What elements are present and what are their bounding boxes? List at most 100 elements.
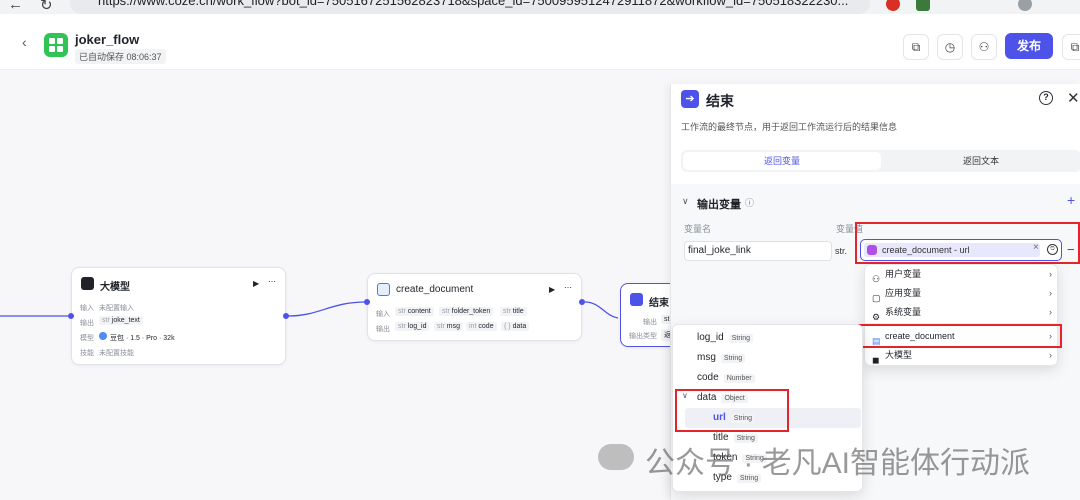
menu-label: 大模型 (885, 350, 913, 360)
field-name: log_id (697, 332, 724, 343)
reload-icon[interactable]: ↻ (40, 0, 53, 14)
skill-label: 技能 (80, 350, 94, 357)
adblock-icon[interactable] (886, 0, 900, 11)
highlight-box (855, 222, 1080, 264)
extension-icon[interactable] (916, 0, 930, 11)
input-name: folder_token (451, 308, 491, 315)
model-label: 模型 (80, 335, 94, 342)
output-label: 输出 (376, 326, 390, 333)
chevron-right-icon: › (1049, 350, 1052, 360)
input-port[interactable] (68, 313, 74, 319)
output-chip: str log_id (395, 322, 430, 331)
type-tag: str (398, 323, 406, 330)
info-icon: ⓘ (745, 198, 755, 208)
variable-name-input[interactable]: final_joke_link (684, 241, 832, 261)
browser-toolbar: ← ↻ https://www.coze.cn/work_flow?bot_id… (0, 0, 1080, 14)
node-title: create_document (396, 284, 474, 295)
chevron-right-icon: › (1049, 269, 1052, 279)
output-name: joke_text (111, 317, 140, 324)
back-arrow-icon[interactable]: ← (8, 0, 23, 13)
app-name: joker_flow (75, 32, 140, 47)
menu-item-system-vars[interactable]: ⚙ 系统变量 › (865, 303, 1059, 322)
field-msg[interactable]: msg String (697, 348, 746, 368)
more-icon[interactable]: ⧉ (1062, 34, 1080, 60)
menu-item-llm[interactable]: ◼ 大模型 › (865, 346, 1059, 365)
panel-title: 结束 (706, 93, 734, 109)
variable-type-select[interactable]: str. (835, 241, 857, 261)
add-variable-icon[interactable]: + (1067, 192, 1075, 208)
end-icon: ➔ (681, 90, 699, 108)
input-port[interactable] (364, 299, 370, 305)
node-title: 结束 (649, 298, 669, 309)
doc-icon (377, 283, 390, 296)
llm-icon: ◼ (872, 355, 880, 365)
chevron-right-icon: › (1049, 307, 1052, 317)
type-tag: str (102, 317, 110, 324)
input-chip: str title (500, 307, 527, 316)
menu-label: 系统变量 (885, 307, 922, 317)
model-value: 豆包 · 1.5 · Pro · 32k (110, 335, 175, 342)
highlight-box (855, 324, 1062, 348)
input-name: title (512, 308, 524, 315)
input-name: content (407, 308, 431, 315)
output-port[interactable] (283, 313, 289, 319)
tab-return-text[interactable]: 返回文本 (883, 152, 1079, 170)
end-icon (630, 293, 643, 306)
create-document-node[interactable]: create_document ▶ ⋯ 输入 str content str fol… (367, 273, 582, 341)
app-header: ‹ joker_flow 已自动保存 08:06:37 ⧉ ◷ ⚇ 发布 ⧉ (0, 14, 1080, 70)
type-tag: str (398, 308, 406, 315)
input-chip: str folder_token (439, 307, 494, 316)
type-tag: Number (723, 374, 755, 383)
history-icon[interactable]: ◷ (937, 34, 963, 60)
llm-icon (81, 277, 94, 290)
field-log-id[interactable]: log_id String (697, 328, 753, 348)
help-icon[interactable]: ? (1039, 91, 1053, 105)
output-chip: str joke_text (99, 316, 143, 325)
close-icon[interactable]: ✕ (1067, 89, 1080, 107)
output-chip: int code (466, 322, 497, 331)
output-port[interactable] (579, 299, 585, 305)
more-menu-icon[interactable]: ⋯ (268, 277, 276, 286)
highlight-box (675, 389, 789, 432)
run-icon[interactable]: ▶ (253, 279, 259, 288)
section-title: 输出变量 (697, 199, 741, 211)
menu-label: 应用变量 (885, 288, 922, 298)
autosave-status: 已自动保存 08:06:37 (75, 49, 166, 64)
node-title: 大模型 (100, 282, 130, 293)
chevron-down-icon[interactable]: ∨ (682, 196, 689, 207)
type-tag: String (720, 354, 746, 363)
collaborators-icon[interactable]: ⚇ (971, 34, 997, 60)
column-header-name: 变量名 (684, 224, 712, 234)
output-label: 输出 (80, 320, 94, 327)
copy-icon[interactable]: ⧉ (903, 34, 929, 60)
output-name: data (512, 323, 527, 330)
type-tag: str (437, 323, 445, 330)
menu-item-user-vars[interactable]: ⚇ 用户变量 › (865, 265, 1059, 284)
profile-icon[interactable] (1018, 0, 1032, 11)
menu-item-app-vars[interactable]: ▢ 应用变量 › (865, 284, 1059, 303)
output-name: log_id (407, 323, 427, 330)
app-logo-icon (44, 33, 68, 57)
publish-button[interactable]: 发布 (1005, 33, 1053, 59)
llm-node[interactable]: 大模型 ▶ ⋯ 输入 未配置输入 输出 str joke_text 模型 豆包 ·… (71, 267, 286, 365)
output-chip: str msg (434, 322, 464, 331)
doubao-icon (99, 332, 107, 340)
panel-description: 工作流的最终节点，用于返回工作流运行后的结果信息 (681, 122, 898, 132)
type-tag: String (728, 334, 753, 343)
output-chip: { } data (501, 322, 530, 331)
address-bar[interactable]: https://www.coze.cn/work_flow?bot_id=750… (70, 0, 870, 14)
output-type-label: 输出类型 (629, 333, 657, 340)
field-name: code (697, 372, 719, 383)
input-label: 输入 (376, 311, 390, 318)
more-menu-icon[interactable]: ⋯ (564, 283, 572, 292)
wechat-icon (598, 444, 634, 470)
chevron-right-icon: › (1049, 288, 1052, 298)
return-mode-tabs: 返回变量 返回文本 (681, 150, 1080, 172)
run-icon[interactable]: ▶ (549, 285, 555, 294)
output-label: 输出 (643, 319, 657, 326)
variable-source-menu: ⚇ 用户变量 › ▢ 应用变量 › ⚙ 系统变量 › ▤ create_docu… (864, 264, 1059, 366)
back-chevron-icon[interactable]: ‹ (22, 34, 27, 50)
field-code[interactable]: code Number (697, 368, 755, 388)
tab-return-variable[interactable]: 返回变量 (683, 152, 881, 170)
watermark-text: 公众号 · 老凡AI智能体行动派 (645, 447, 1031, 480)
